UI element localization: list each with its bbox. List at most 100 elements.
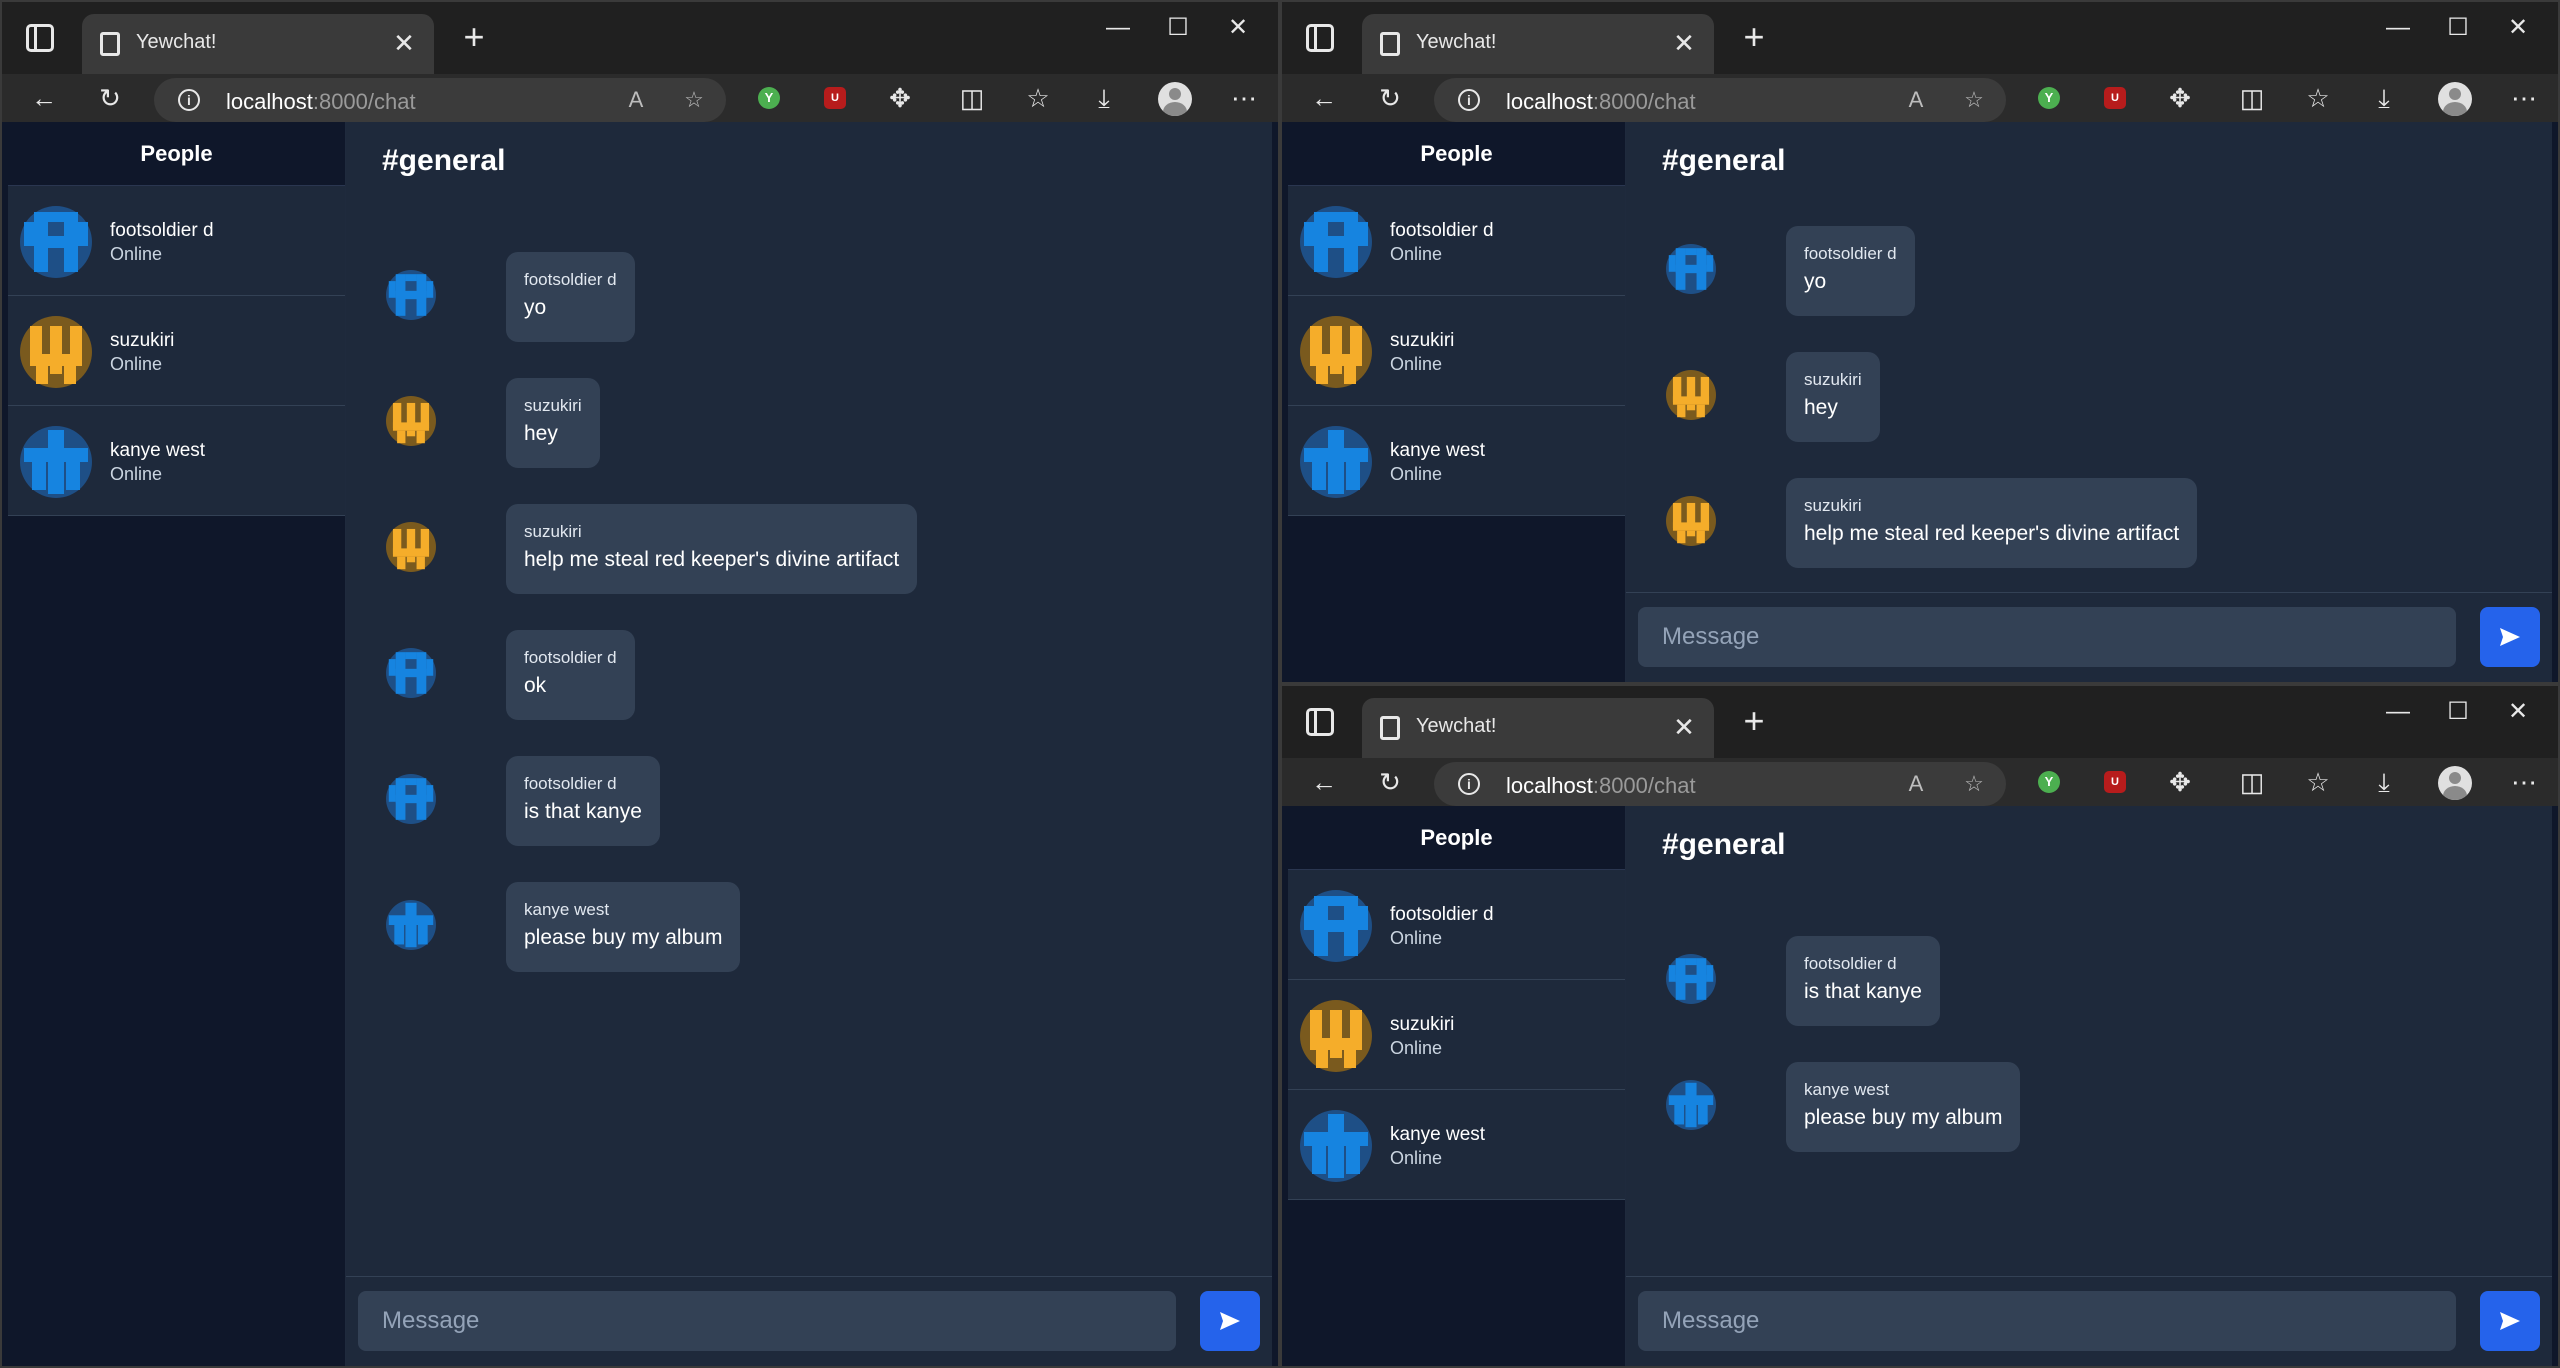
extensions-puzzle-icon[interactable]: ✥ (2162, 80, 2198, 116)
extension-green-icon[interactable]: Y (2038, 771, 2060, 793)
close-tab-icon[interactable]: ✕ (1666, 26, 1702, 62)
site-info-icon[interactable]: i (1458, 89, 1480, 111)
person-status: Online (1390, 354, 1443, 374)
person-item[interactable]: footsoldier d Online (1288, 186, 1625, 296)
browser-tab[interactable]: Yewchat! ✕ (1362, 14, 1714, 74)
tab-actions-icon[interactable] (1306, 24, 1334, 52)
more-menu-icon[interactable]: ⋯ (2506, 80, 2542, 116)
favorites-icon[interactable]: ☆ (1020, 80, 1056, 116)
person-item[interactable]: suzukiri Online (8, 296, 345, 406)
message-bubble: suzukiri hey (506, 378, 600, 468)
message-bubble: suzukiri help me steal red keeper's divin… (1786, 478, 2198, 568)
downloads-icon[interactable]: ⤓ (1086, 80, 1122, 116)
close-tab-icon[interactable]: ✕ (386, 26, 422, 62)
maximize-icon[interactable]: ☐ (2428, 692, 2488, 732)
message-sender: footsoldier d (1804, 244, 1897, 263)
more-menu-icon[interactable]: ⋯ (1226, 80, 1262, 116)
browser-tab[interactable]: Yewchat! ✕ (82, 14, 434, 74)
maximize-icon[interactable]: ☐ (2428, 8, 2488, 48)
person-name: footsoldier d (1390, 220, 1494, 241)
message-bubble: footsoldier d yo (1786, 226, 1915, 316)
refresh-icon[interactable]: ↻ (1372, 80, 1408, 116)
person-item[interactable]: suzukiri Online (1288, 296, 1625, 406)
maximize-icon[interactable]: ☐ (1148, 8, 1208, 48)
back-arrow-icon[interactable]: ← (1306, 764, 1342, 800)
message-text: please buy my album (524, 926, 723, 949)
cross-glyph-avatar-icon (1300, 426, 1372, 498)
message-text: yo (524, 296, 547, 319)
h-glyph-avatar-icon (1300, 206, 1372, 278)
favorite-star-icon[interactable]: ☆ (1958, 768, 1990, 800)
split-screen-icon[interactable]: ◫ (2234, 764, 2270, 800)
split-screen-icon[interactable]: ◫ (954, 80, 990, 116)
site-info-icon[interactable]: i (178, 89, 200, 111)
favorites-icon[interactable]: ☆ (2300, 80, 2336, 116)
downloads-icon[interactable]: ⤓ (2366, 80, 2402, 116)
close-window-icon[interactable]: ✕ (2488, 8, 2548, 48)
ublock-icon[interactable]: U (2104, 87, 2126, 109)
close-window-icon[interactable]: ✕ (2488, 692, 2548, 732)
refresh-icon[interactable]: ↻ (1372, 764, 1408, 800)
new-tab-icon[interactable]: + (1734, 702, 1774, 742)
address-bar[interactable]: i localhost:8000/chat A ☆ (1434, 78, 2006, 122)
favorite-star-icon[interactable]: ☆ (678, 84, 710, 116)
minimize-icon[interactable]: — (1088, 8, 1148, 48)
person-item[interactable]: kanye west Online (8, 406, 345, 516)
chat-app: People footsoldier d Online suzukiri Onl… (1288, 122, 2552, 682)
person-item[interactable]: suzukiri Online (1288, 980, 1625, 1090)
person-status: Online (1390, 928, 1443, 948)
read-aloud-icon[interactable]: A (620, 84, 652, 116)
favorites-icon[interactable]: ☆ (2300, 764, 2336, 800)
message-text: help me steal red keeper's divine artifa… (1804, 522, 2180, 545)
favorite-star-icon[interactable]: ☆ (1958, 84, 1990, 116)
send-button[interactable] (1200, 1291, 1260, 1351)
ublock-icon[interactable]: U (824, 87, 846, 109)
tab-actions-icon[interactable] (26, 24, 54, 52)
browser-window-top-right: Yewchat! ✕ + — ☐ ✕ ← ↻ i localhost:8000/… (1280, 0, 2560, 684)
split-screen-icon[interactable]: ◫ (2234, 80, 2270, 116)
browser-tab[interactable]: Yewchat! ✕ (1362, 698, 1714, 758)
person-item[interactable]: kanye west Online (1288, 406, 1625, 516)
profile-avatar-icon[interactable] (2438, 82, 2472, 116)
tab-actions-icon[interactable] (1306, 708, 1334, 736)
person-item[interactable]: footsoldier d Online (1288, 870, 1625, 980)
profile-avatar-icon[interactable] (2438, 766, 2472, 800)
address-bar[interactable]: i localhost:8000/chat A ☆ (1434, 762, 2006, 806)
extensions-puzzle-icon[interactable]: ✥ (882, 80, 918, 116)
person-name: kanye west (110, 440, 206, 461)
send-button[interactable] (2480, 607, 2540, 667)
send-button[interactable] (2480, 1291, 2540, 1351)
message-input[interactable] (358, 1291, 1176, 1351)
ublock-icon[interactable]: U (2104, 771, 2126, 793)
minimize-icon[interactable]: — (2368, 8, 2428, 48)
back-arrow-icon[interactable]: ← (1306, 80, 1342, 116)
back-arrow-icon[interactable]: ← (26, 80, 62, 116)
profile-avatar-icon[interactable] (1158, 82, 1192, 116)
new-tab-icon[interactable]: + (454, 18, 494, 58)
read-aloud-icon[interactable]: A (1900, 768, 1932, 800)
close-window-icon[interactable]: ✕ (1208, 8, 1268, 48)
person-item[interactable]: footsoldier d Online (8, 186, 345, 296)
close-tab-icon[interactable]: ✕ (1666, 710, 1702, 746)
message-input[interactable] (1638, 607, 2456, 667)
read-aloud-icon[interactable]: A (1900, 84, 1932, 116)
extensions-puzzle-icon[interactable]: ✥ (2162, 764, 2198, 800)
refresh-icon[interactable]: ↻ (92, 80, 128, 116)
site-info-icon[interactable]: i (1458, 773, 1480, 795)
minimize-icon[interactable]: — (2368, 692, 2428, 732)
downloads-icon[interactable]: ⤓ (2366, 764, 2402, 800)
person-item[interactable]: kanye west Online (1288, 1090, 1625, 1200)
message-sender: kanye west (524, 900, 610, 919)
send-icon (2500, 628, 2520, 646)
page-viewport: People footsoldier d Online suzukiri Onl… (1282, 806, 2558, 1366)
new-tab-icon[interactable]: + (1734, 18, 1774, 58)
message-sender: footsoldier d (524, 648, 617, 667)
message-input[interactable] (1638, 1291, 2456, 1351)
channel-title: #general (382, 144, 506, 177)
address-bar[interactable]: i localhost:8000/chat A ☆ (154, 78, 726, 122)
more-menu-icon[interactable]: ⋯ (2506, 764, 2542, 800)
extension-green-icon[interactable]: Y (758, 87, 780, 109)
browser-window-left: Yewchat! ✕ + — ☐ ✕ ← ↻ i localhost:8000/… (0, 0, 1280, 1368)
message-bubble: kanye west please buy my album (506, 882, 741, 972)
extension-green-icon[interactable]: Y (2038, 87, 2060, 109)
